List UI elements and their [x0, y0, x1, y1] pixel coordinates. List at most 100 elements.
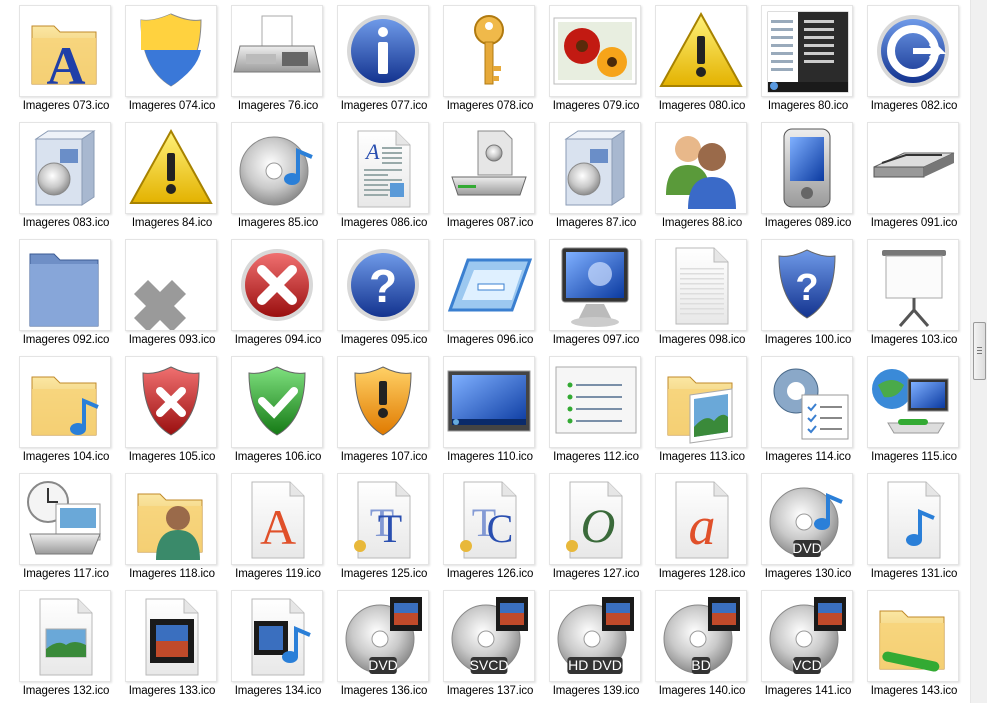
users-icon — [655, 122, 747, 214]
shield-warning-icon — [337, 356, 429, 448]
file-item[interactable]: Imageres 88.ico — [650, 117, 756, 234]
file-item[interactable]: HD DVD Imageres 139.ico — [544, 585, 650, 702]
fax-icon — [231, 5, 323, 97]
file-item[interactable]: ? Imageres 095.ico — [332, 234, 438, 351]
file-item[interactable]: Imageres 092.ico — [14, 234, 120, 351]
file-item[interactable]: Imageres 118.ico — [120, 468, 226, 585]
file-item[interactable]: Imageres 80.ico — [756, 0, 862, 117]
file-item[interactable]: Imageres 104.ico — [14, 351, 120, 468]
file-item[interactable]: Imageres 114.ico — [756, 351, 862, 468]
file-item[interactable]: Imageres 083.ico — [14, 117, 120, 234]
file-item[interactable]: Imageres 132.ico — [14, 585, 120, 702]
file-item[interactable]: O Imageres 127.ico — [544, 468, 650, 585]
file-item[interactable]: Imageres 079.ico — [544, 0, 650, 117]
file-item[interactable]: Imageres 117.ico — [14, 468, 120, 585]
document-icon: A — [337, 122, 429, 214]
file-name: Imageres 126.ico — [446, 568, 534, 580]
warning-icon — [655, 5, 747, 97]
file-item[interactable]: Imageres 089.ico — [756, 117, 862, 234]
file-item[interactable]: Imageres 074.ico — [120, 0, 226, 117]
scrollbar-thumb[interactable] — [973, 322, 986, 380]
file-name: Imageres 103.ico — [870, 334, 958, 346]
file-name: Imageres 079.ico — [552, 100, 640, 112]
file-name: Imageres 131.ico — [870, 568, 958, 580]
settings-list-icon — [761, 356, 853, 448]
font-script-a-icon: a — [655, 473, 747, 565]
file-name: Imageres 115.ico — [871, 451, 957, 463]
file-item[interactable]: Imageres 080.ico — [650, 0, 756, 117]
truetype-font-icon: TT — [337, 473, 429, 565]
file-item[interactable]: Imageres 077.ico — [332, 0, 438, 117]
file-item[interactable]: Imageres 094.ico — [226, 234, 332, 351]
file-item[interactable]: Imageres 098.ico — [650, 234, 756, 351]
file-name: Imageres 87.ico — [555, 217, 637, 229]
file-name: Imageres 113.ico — [659, 451, 745, 463]
file-name: Imageres 091.ico — [870, 217, 958, 229]
file-item[interactable]: VCD Imageres 141.ico — [756, 585, 862, 702]
file-item[interactable]: a Imageres 128.ico — [650, 468, 756, 585]
file-item[interactable]: Imageres 143.ico — [862, 585, 968, 702]
shield-help-icon: ? — [761, 239, 853, 331]
monitor-icon — [549, 239, 641, 331]
shield-error-icon — [125, 356, 217, 448]
file-name: Imageres 096.ico — [446, 334, 534, 346]
scheduled-icon — [19, 473, 111, 565]
file-item[interactable]: Imageres 106.ico — [226, 351, 332, 468]
font-a-icon: A — [231, 473, 323, 565]
file-item[interactable]: A Imageres 073.ico — [14, 0, 120, 117]
file-name: Imageres 077.ico — [340, 100, 428, 112]
file-item[interactable]: DVD Imageres 130.ico — [756, 468, 862, 585]
file-item[interactable]: BD Imageres 140.ico — [650, 585, 756, 702]
file-item[interactable]: Imageres 087.ico — [438, 117, 544, 234]
file-item[interactable]: Imageres 85.ico — [226, 117, 332, 234]
drive-install-icon — [443, 122, 535, 214]
file-name: Imageres 88.ico — [661, 217, 743, 229]
file-item[interactable]: Imageres 097.ico — [544, 234, 650, 351]
svg-text:C: C — [487, 506, 514, 551]
file-name: Imageres 128.ico — [658, 568, 746, 580]
file-item[interactable]: Imageres 115.ico — [862, 351, 968, 468]
file-item[interactable]: ? Imageres 100.ico — [756, 234, 862, 351]
svg-text:a: a — [689, 496, 716, 556]
file-item[interactable]: Imageres 113.ico — [650, 351, 756, 468]
svg-text:?: ? — [369, 260, 397, 312]
file-item[interactable]: A Imageres 086.ico — [332, 117, 438, 234]
file-name: Imageres 84.ico — [131, 217, 213, 229]
file-item[interactable]: Imageres 096.ico — [438, 234, 544, 351]
file-item[interactable]: Imageres 84.ico — [120, 117, 226, 234]
file-name: Imageres 127.ico — [552, 568, 640, 580]
svg-text:A: A — [47, 36, 86, 96]
file-item[interactable]: Imageres 107.ico — [332, 351, 438, 468]
file-name: Imageres 097.ico — [552, 334, 640, 346]
file-item[interactable]: A Imageres 119.ico — [226, 468, 332, 585]
file-name: Imageres 132.ico — [22, 685, 110, 697]
file-name: Imageres 140.ico — [658, 685, 746, 697]
file-item[interactable]: Imageres 078.ico — [438, 0, 544, 117]
file-item[interactable]: T C Imageres 126.ico — [438, 468, 544, 585]
file-name: Imageres 105.ico — [128, 451, 216, 463]
file-name: Imageres 76.ico — [237, 100, 319, 112]
file-item[interactable]: Imageres 110.ico — [438, 351, 544, 468]
file-item[interactable]: Imageres 131.ico — [862, 468, 968, 585]
svg-text:VCD: VCD — [792, 657, 822, 673]
file-name: Imageres 083.ico — [22, 217, 110, 229]
blank-file-icon — [655, 239, 747, 331]
file-name: Imageres 074.ico — [128, 100, 216, 112]
file-item[interactable]: T T Imageres 125.ico — [332, 468, 438, 585]
file-item[interactable]: Imageres 87.ico — [544, 117, 650, 234]
vertical-scrollbar[interactable] — [970, 0, 987, 703]
file-item[interactable]: Imageres 093.ico — [120, 234, 226, 351]
file-item[interactable]: Imageres 103.ico — [862, 234, 968, 351]
file-item[interactable]: SVCD Imageres 137.ico — [438, 585, 544, 702]
file-item[interactable]: DVD Imageres 136.ico — [332, 585, 438, 702]
file-item[interactable]: Imageres 105.ico — [120, 351, 226, 468]
icon-view: A Imageres 073.ico Imageres 074.ico Image… — [0, 0, 970, 703]
file-name: Imageres 104.ico — [22, 451, 110, 463]
svg-text:DVD: DVD — [792, 540, 822, 556]
file-item[interactable]: Imageres 112.ico — [544, 351, 650, 468]
file-item[interactable]: Imageres 133.ico — [120, 585, 226, 702]
file-item[interactable]: Imageres 082.ico — [862, 0, 968, 117]
file-item[interactable]: Imageres 091.ico — [862, 117, 968, 234]
file-item[interactable]: Imageres 134.ico — [226, 585, 332, 702]
file-item[interactable]: Imageres 76.ico — [226, 0, 332, 117]
